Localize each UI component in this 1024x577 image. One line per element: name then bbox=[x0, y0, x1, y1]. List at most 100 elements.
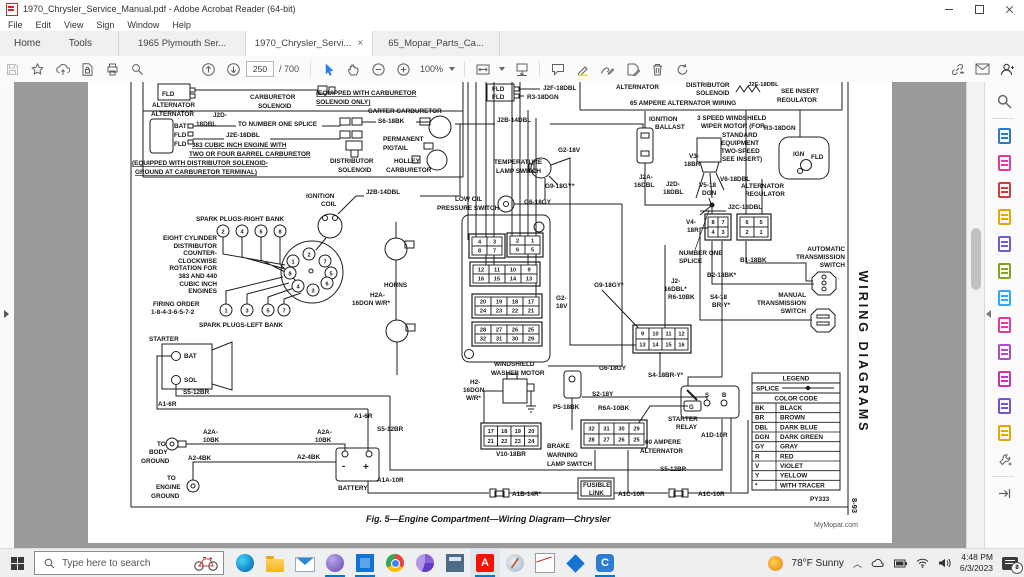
minimize-button[interactable] bbox=[934, 0, 964, 18]
diagram-label: Fig. 5—Engine Compartment—Wiring Diagram… bbox=[366, 514, 611, 524]
next-page-button[interactable] bbox=[221, 58, 246, 80]
diagram-label: 60 AMPERE bbox=[645, 439, 682, 446]
email-button[interactable] bbox=[970, 58, 995, 80]
nav-pane-collapsed[interactable] bbox=[0, 82, 15, 548]
menu-help[interactable]: Help bbox=[172, 20, 191, 30]
save-button[interactable] bbox=[0, 58, 25, 80]
start-button[interactable] bbox=[0, 549, 34, 577]
taskbar-app-acrobat-reader[interactable]: A bbox=[470, 549, 500, 577]
panel-tool-organize-pages[interactable] bbox=[992, 149, 1018, 176]
taskbar-app-app-swirl[interactable] bbox=[410, 549, 440, 577]
diagram-label: DISTRIBUTOR bbox=[686, 82, 730, 89]
export-toolbar-button[interactable] bbox=[620, 58, 645, 80]
panel-tool-edit-pdf[interactable] bbox=[992, 257, 1018, 284]
taskbar-search[interactable]: Type here to search bbox=[34, 551, 224, 575]
scroll-mode-button[interactable] bbox=[509, 58, 534, 80]
hand-tool-button[interactable] bbox=[341, 58, 366, 80]
taskbar-clock[interactable]: 4:48 PM 6/3/2023 bbox=[960, 552, 993, 573]
panel-tool-protect[interactable] bbox=[992, 419, 1018, 446]
panel-tool-sign[interactable] bbox=[992, 392, 1018, 419]
taskbar-app-chrome[interactable] bbox=[380, 549, 410, 577]
panel-tool-search-tools[interactable] bbox=[992, 88, 1018, 115]
taskbar-app-paint-3d[interactable] bbox=[500, 549, 530, 577]
scrollbar-thumb[interactable] bbox=[971, 228, 981, 290]
close-button[interactable] bbox=[994, 0, 1024, 18]
diagram-label: ALTERNATOR bbox=[152, 102, 195, 109]
collapse-panel-icon[interactable] bbox=[986, 310, 991, 318]
taskbar-app-mail[interactable] bbox=[290, 549, 320, 577]
taskbar-app-edge[interactable] bbox=[230, 549, 260, 577]
menu-sign[interactable]: Sign bbox=[96, 20, 114, 30]
tab-doc-65-mopar[interactable]: 65_Mopar_Parts_Ca... bbox=[372, 31, 500, 56]
diagram-label: SPARK PLUGS-RIGHT BANK bbox=[196, 216, 284, 223]
panel-tool-combine-files[interactable] bbox=[992, 230, 1018, 257]
page-lock-button[interactable] bbox=[75, 58, 100, 80]
tab-doc-1970-chrysler[interactable]: 1970_Chrysler_Servi... × bbox=[245, 31, 372, 56]
diagram-label: 22 bbox=[512, 309, 518, 315]
previous-page-button[interactable] bbox=[196, 58, 221, 80]
menu-edit[interactable]: Edit bbox=[36, 20, 52, 30]
share-button[interactable] bbox=[50, 58, 75, 80]
diagram-label: S4-18 bbox=[710, 294, 727, 301]
diagram-label: S5-12BR bbox=[660, 466, 687, 473]
taskbar-app-3d-viewer[interactable] bbox=[530, 549, 560, 577]
panel-tool-fill-sign[interactable] bbox=[992, 311, 1018, 338]
find-button[interactable] bbox=[125, 58, 150, 80]
clock-date: 6/3/2023 bbox=[960, 563, 993, 574]
expand-left-pane-icon[interactable] bbox=[4, 310, 9, 318]
maximize-button[interactable] bbox=[964, 0, 994, 18]
page-number-input[interactable] bbox=[246, 61, 274, 77]
fit-caret-icon[interactable] bbox=[499, 67, 505, 71]
tab-label: 1970_Chrysler_Servi... bbox=[255, 38, 352, 49]
highlight-button[interactable] bbox=[570, 58, 595, 80]
taskbar-app-app-purple-circle[interactable] bbox=[320, 549, 350, 577]
panel-tool-export-pdf[interactable] bbox=[992, 122, 1018, 149]
wifi-icon[interactable] bbox=[916, 558, 929, 568]
taskbar-app-calculator[interactable] bbox=[440, 549, 470, 577]
account-button[interactable] bbox=[995, 58, 1020, 80]
diagram-label: S2-18Y bbox=[592, 391, 614, 398]
vertical-scrollbar[interactable] bbox=[966, 82, 985, 548]
panel-tool-stamp[interactable] bbox=[992, 338, 1018, 365]
redo-button[interactable] bbox=[670, 58, 695, 80]
fit-width-button[interactable] bbox=[470, 58, 495, 80]
taskbar-app-app-c[interactable]: C bbox=[590, 549, 620, 577]
battery-icon[interactable] bbox=[894, 559, 907, 568]
diagram-label: DARK GREEN bbox=[780, 434, 823, 441]
zoom-caret-icon[interactable] bbox=[449, 67, 455, 71]
speaker-icon[interactable] bbox=[938, 558, 951, 568]
zoom-in-button[interactable] bbox=[391, 58, 416, 80]
panel-tool-more-tools[interactable] bbox=[992, 446, 1018, 473]
comment-button[interactable] bbox=[545, 58, 570, 80]
panel-tool-convert-pdf[interactable] bbox=[992, 284, 1018, 311]
tab-home[interactable]: Home bbox=[0, 31, 55, 56]
menu-window[interactable]: Window bbox=[127, 20, 159, 30]
sign-toolbar-button[interactable] bbox=[595, 58, 620, 80]
share-link-button[interactable] bbox=[945, 58, 970, 80]
taskbar-app-photos[interactable] bbox=[350, 549, 380, 577]
panel-tool-comments[interactable] bbox=[992, 203, 1018, 230]
panel-tool-create-pdf[interactable] bbox=[992, 176, 1018, 203]
tab-doc-1965-plymouth[interactable]: 1965 Plymouth Ser... bbox=[118, 31, 245, 56]
arrow-up-icon bbox=[202, 63, 215, 76]
tab-tools[interactable]: Tools bbox=[55, 31, 106, 56]
menu-view[interactable]: View bbox=[64, 20, 83, 30]
weather-text[interactable]: 78°F Sunny bbox=[792, 558, 844, 569]
tab-close-icon[interactable]: × bbox=[357, 39, 363, 49]
diagram-label: 383 CUBIC INCH ENGINE WITH bbox=[192, 142, 287, 149]
delete-button[interactable] bbox=[645, 58, 670, 80]
notification-center-icon[interactable]: 8 bbox=[1002, 557, 1018, 570]
diagram-label: 7 bbox=[493, 249, 496, 255]
onedrive-cloud-icon[interactable] bbox=[871, 558, 885, 568]
taskbar-app-file-explorer[interactable] bbox=[260, 549, 290, 577]
print-button[interactable] bbox=[100, 58, 125, 80]
zoom-out-button[interactable] bbox=[366, 58, 391, 80]
taskbar-app-app-diamond[interactable] bbox=[560, 549, 590, 577]
star-button[interactable] bbox=[25, 58, 50, 80]
select-tool-button[interactable] bbox=[316, 58, 341, 80]
tray-chevron-icon[interactable]: ︿ bbox=[853, 557, 862, 570]
panel-tool-request-signatures[interactable] bbox=[992, 365, 1018, 392]
diagram-label: 17 bbox=[488, 429, 494, 435]
panel-tool-expand-panel[interactable] bbox=[992, 480, 1018, 507]
menu-file[interactable]: File bbox=[8, 20, 23, 30]
